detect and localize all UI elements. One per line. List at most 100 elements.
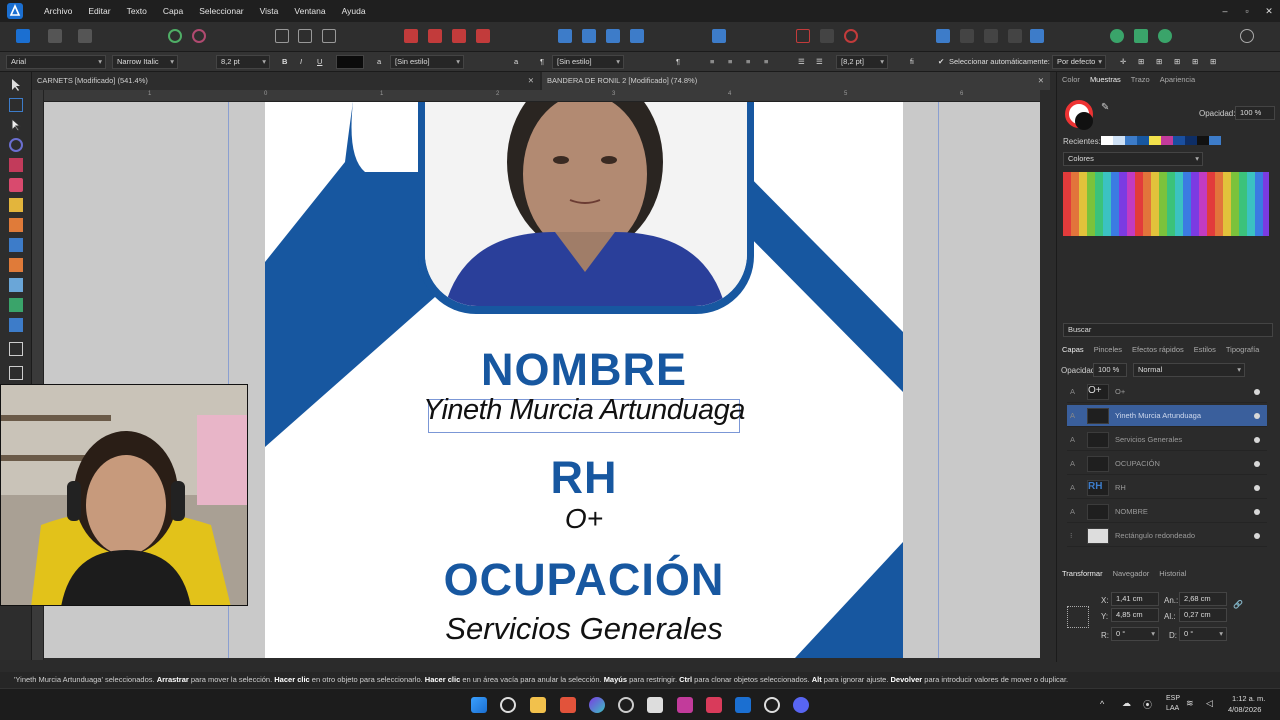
corner-tool-icon[interactable] [9,158,23,172]
x-input[interactable]: 1,41 cm [1111,592,1159,606]
copilot-icon[interactable] [589,697,605,713]
artboard-tool-icon[interactable] [9,98,23,112]
tab-muestras[interactable]: Muestras [1085,72,1126,88]
auto-select-checkbox[interactable]: ✔ [938,57,944,66]
affinity-photo-icon[interactable] [706,697,722,713]
link-proportions-icon[interactable]: 🔗 [1233,600,1243,609]
nombre-heading[interactable]: NOMBRE [265,344,903,396]
maximize-button[interactable]: ▫ [1236,0,1258,22]
tab-bandera-de-ronil[interactable]: BANDERA DE RONIL 2 [Modificado] (74.8%) ✕ [542,72,1050,90]
notepad-icon[interactable] [647,697,663,713]
text-color-swatch[interactable] [336,55,364,69]
color-icon[interactable] [1134,29,1148,43]
microphone-icon[interactable]: ⦿ [1143,698,1152,711]
align-left-text-icon[interactable]: ≡ [710,57,714,66]
insert-icon[interactable] [298,29,312,43]
flip-horizontal-icon[interactable] [558,29,572,43]
minimize-button[interactable]: – [1214,0,1236,22]
anchor-point-selector[interactable] [1067,606,1089,628]
boolean-divide-icon[interactable] [476,29,490,43]
tab-pinceles[interactable]: Pinceles [1089,342,1127,358]
tab-efectos-rapidos[interactable]: Efectos rápidos [1127,342,1189,358]
discord-icon[interactable] [793,697,809,713]
rectangle-tool-icon[interactable] [9,366,23,380]
back-icon[interactable] [960,29,974,43]
crop-icon[interactable] [796,29,810,43]
tab-trazo[interactable]: Trazo [1126,72,1155,88]
layer-row[interactable]: A O+ O+ [1067,381,1267,403]
wifi-icon[interactable]: ≋ [1186,698,1194,709]
bold-button[interactable]: B [282,57,287,66]
align-left-icon[interactable] [606,29,620,43]
align-objects-icon[interactable] [712,29,726,43]
layer-row[interactable]: ⁝ Rectángulo redondeado [1067,525,1267,547]
paint-brush-tool-icon[interactable] [9,278,23,292]
account-icon[interactable] [1240,29,1254,43]
snap-center-icon[interactable]: ⊞ [1192,57,1198,66]
pencil-tool-icon[interactable] [9,198,23,212]
italic-button[interactable]: I [300,57,302,66]
visibility-icon[interactable] [1254,413,1260,419]
tab-estilos[interactable]: Estilos [1189,342,1221,358]
id-card-artboard[interactable]: NOMBRE Yineth Murcia Artunduaga RH O+ OC… [265,102,903,658]
layer-row[interactable]: A Servicios Generales [1067,429,1267,451]
affinity-publisher-icon[interactable] [677,697,693,713]
layer-opacity-input[interactable]: 100 % [1093,363,1127,377]
file-explorer-icon[interactable] [530,697,546,713]
tab-color[interactable]: Color [1057,72,1085,88]
chatgpt-icon[interactable] [764,697,780,713]
layer-row-selected[interactable]: A Yineth Murcia Artunduaga [1067,405,1267,427]
y-input[interactable]: 4,85 cm [1111,608,1159,622]
menu-seleccionar[interactable]: Seleccionar [191,6,251,16]
numbering-icon[interactable]: ☰ [816,57,823,66]
tab-capas[interactable]: Capas [1057,342,1089,358]
shear-input[interactable]: 0 ° ▾ [1179,627,1227,641]
snap-grid-icon[interactable]: ⊞ [1210,57,1216,66]
horizontal-ruler[interactable]: 1 0 1 2 3 4 5 6 [44,90,1040,102]
boolean-intersect-icon[interactable] [452,29,466,43]
visibility-icon[interactable] [1254,485,1260,491]
layer-row[interactable]: A NOMBRE [1067,501,1267,523]
swatch-search-input[interactable]: Buscar [1063,323,1273,337]
recent-swatches[interactable] [1101,136,1221,145]
menu-vista[interactable]: Vista [252,6,287,16]
snap-pixel-icon[interactable]: ⊞ [1156,57,1162,66]
ocupacion-value[interactable]: Servicios Generales [265,611,903,647]
font-size-input[interactable]: 8,2 pt ▾ [216,55,270,69]
language-indicator[interactable]: ESP [1166,695,1180,702]
volume-icon[interactable]: ◁ [1206,698,1213,709]
font-style-select[interactable]: Narrow Italic ▾ [112,55,178,69]
tab-carnets[interactable]: CARNETS [Modificado] (541.4%) ✕ [32,72,540,90]
paragraph-size-input[interactable]: [8,2 pt] ▾ [836,55,888,69]
char-style-select[interactable]: [Sin estilo] ▾ [390,55,464,69]
front-icon[interactable] [1008,29,1022,43]
forward-icon[interactable] [984,29,998,43]
stroke-color-well[interactable] [1075,112,1093,130]
designer-persona-icon[interactable] [16,29,30,43]
node-tool-icon[interactable] [9,117,23,132]
visibility-icon[interactable] [1254,509,1260,515]
tab-navegador[interactable]: Navegador [1108,566,1155,582]
snap-bounding-icon[interactable]: ⊞ [1174,57,1180,66]
transform-origin-icon[interactable]: ✛ [1120,57,1126,66]
tab-historial[interactable]: Historial [1154,566,1191,582]
align-right-text-icon[interactable]: ≡ [746,57,750,66]
snap-options-icon[interactable]: ⊞ [1138,57,1144,66]
contour-tool-icon[interactable] [9,138,23,152]
layer-row[interactable]: A RH RH [1067,477,1267,499]
ocupacion-heading[interactable]: OCUPACIÓN [265,554,903,606]
menu-ayuda[interactable]: Ayuda [334,6,374,16]
pen-tool-icon[interactable] [9,178,23,192]
visibility-icon[interactable] [1254,437,1260,443]
flip-vertical-icon[interactable] [582,29,596,43]
snap-grid-icon[interactable] [820,29,834,43]
brave-browser-icon[interactable] [560,697,576,713]
tab-transformar[interactable]: Transformar [1057,566,1108,582]
visibility-icon[interactable] [1254,389,1260,395]
close-button[interactable]: ✕ [1258,0,1280,22]
view-mode-icon[interactable] [1158,29,1172,43]
auto-select-select[interactable]: Por defecto ▾ [1052,55,1106,69]
font-family-select[interactable]: Arial ▾ [6,55,106,69]
menu-ventana[interactable]: Ventana [286,6,333,16]
paragraph-style-select[interactable]: [Sin estilo] ▾ [552,55,624,69]
